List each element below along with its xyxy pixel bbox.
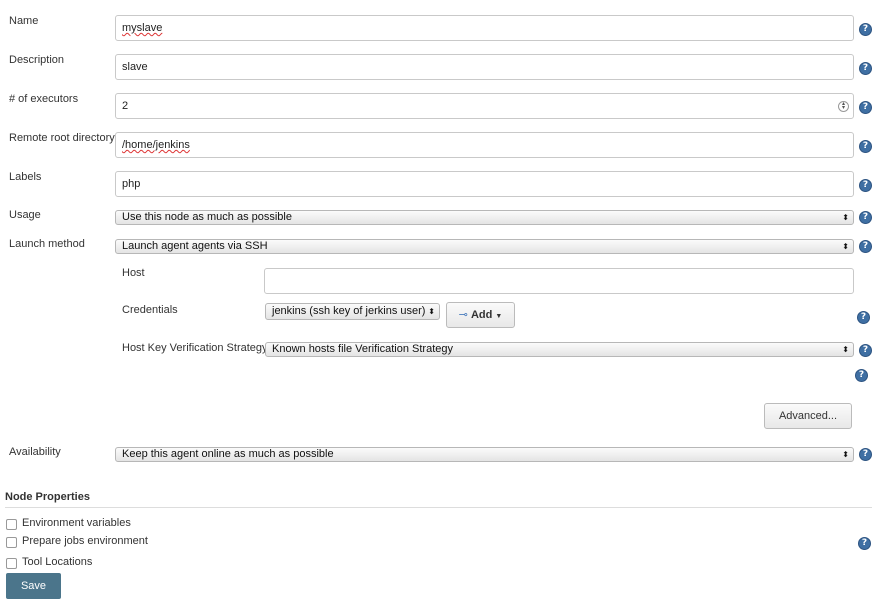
help-icon[interactable]: ? <box>859 62 872 75</box>
launch-method-value: Launch agent agents via SSH <box>122 240 268 252</box>
chevron-down-icon: ▼ <box>495 313 503 320</box>
dropdown-arrows-icon: ⬍ <box>842 242 849 251</box>
description-input[interactable] <box>115 54 854 80</box>
help-icon[interactable]: ? <box>859 140 872 153</box>
help-icon[interactable]: ? <box>859 211 872 224</box>
availability-value: Keep this agent online as much as possib… <box>122 448 334 460</box>
dropdown-arrows-icon: ⬍ <box>842 345 849 354</box>
dropdown-arrows-icon: ⬍ <box>842 450 849 459</box>
dropdown-arrows-icon: ⬍ <box>428 307 435 316</box>
labels-label: Labels <box>9 171 42 183</box>
help-icon[interactable]: ? <box>859 448 872 461</box>
help-icon[interactable]: ? <box>858 537 871 550</box>
save-button[interactable]: Save <box>6 573 61 599</box>
key-icon: ⊸ <box>458 309 468 321</box>
prepare-jobs-label: Prepare jobs environment <box>22 535 148 547</box>
help-icon[interactable]: ? <box>859 179 872 192</box>
remote-root-label: Remote root directory <box>9 132 115 144</box>
usage-value: Use this node as much as possible <box>122 211 292 223</box>
host-key-label: Host Key Verification Strategy <box>122 342 268 354</box>
remote-root-value: /home/jenkins <box>122 139 190 151</box>
divider <box>5 507 872 508</box>
spinner-icon[interactable]: ▴ ▾ <box>838 101 849 112</box>
description-label: Description <box>9 54 65 66</box>
add-button-label: Add <box>470 309 493 321</box>
help-icon[interactable]: ? <box>859 240 872 253</box>
name-value: myslave <box>122 22 163 34</box>
usage-select[interactable]: Use this node as much as possible ⬍ <box>115 210 854 225</box>
advanced-button[interactable]: Advanced... <box>764 403 852 429</box>
executors-label: # of executors <box>9 93 79 105</box>
credentials-label: Credentials <box>122 304 178 316</box>
executors-input[interactable] <box>115 93 854 119</box>
env-variables-checkbox[interactable] <box>6 519 17 530</box>
node-properties-heading: Node Properties <box>5 491 90 503</box>
credentials-value: jenkins (ssh key of jerkins user) <box>272 305 426 317</box>
help-icon[interactable]: ? <box>855 369 868 382</box>
dropdown-arrows-icon: ⬍ <box>842 213 849 222</box>
tool-locations-label: Tool Locations <box>22 556 93 568</box>
launch-method-select[interactable]: Launch agent agents via SSH ⬍ <box>115 239 854 254</box>
credentials-select[interactable]: jenkins (ssh key of jerkins user) ⬍ <box>265 303 440 320</box>
help-icon[interactable]: ? <box>859 344 872 357</box>
remote-root-input[interactable]: /home/jenkins <box>115 132 854 158</box>
host-key-value: Known hosts file Verification Strategy <box>272 343 453 355</box>
launch-method-label: Launch method <box>9 238 85 250</box>
availability-label: Availability <box>9 446 61 458</box>
name-label: Name <box>9 15 39 27</box>
labels-input[interactable] <box>115 171 854 197</box>
help-icon[interactable]: ? <box>857 311 870 324</box>
host-label: Host <box>122 267 145 279</box>
host-key-select[interactable]: Known hosts file Verification Strategy ⬍ <box>265 342 854 357</box>
help-icon[interactable]: ? <box>859 23 872 36</box>
usage-label: Usage <box>9 209 41 221</box>
name-input[interactable]: myslave <box>115 15 854 41</box>
add-credentials-button[interactable]: ⊸ Add ▼ <box>446 302 515 328</box>
host-input[interactable] <box>264 268 854 294</box>
help-icon[interactable]: ? <box>859 101 872 114</box>
availability-select[interactable]: Keep this agent online as much as possib… <box>115 447 854 462</box>
prepare-jobs-checkbox[interactable] <box>6 537 17 548</box>
tool-locations-checkbox[interactable] <box>6 558 17 569</box>
env-variables-label: Environment variables <box>22 517 131 529</box>
